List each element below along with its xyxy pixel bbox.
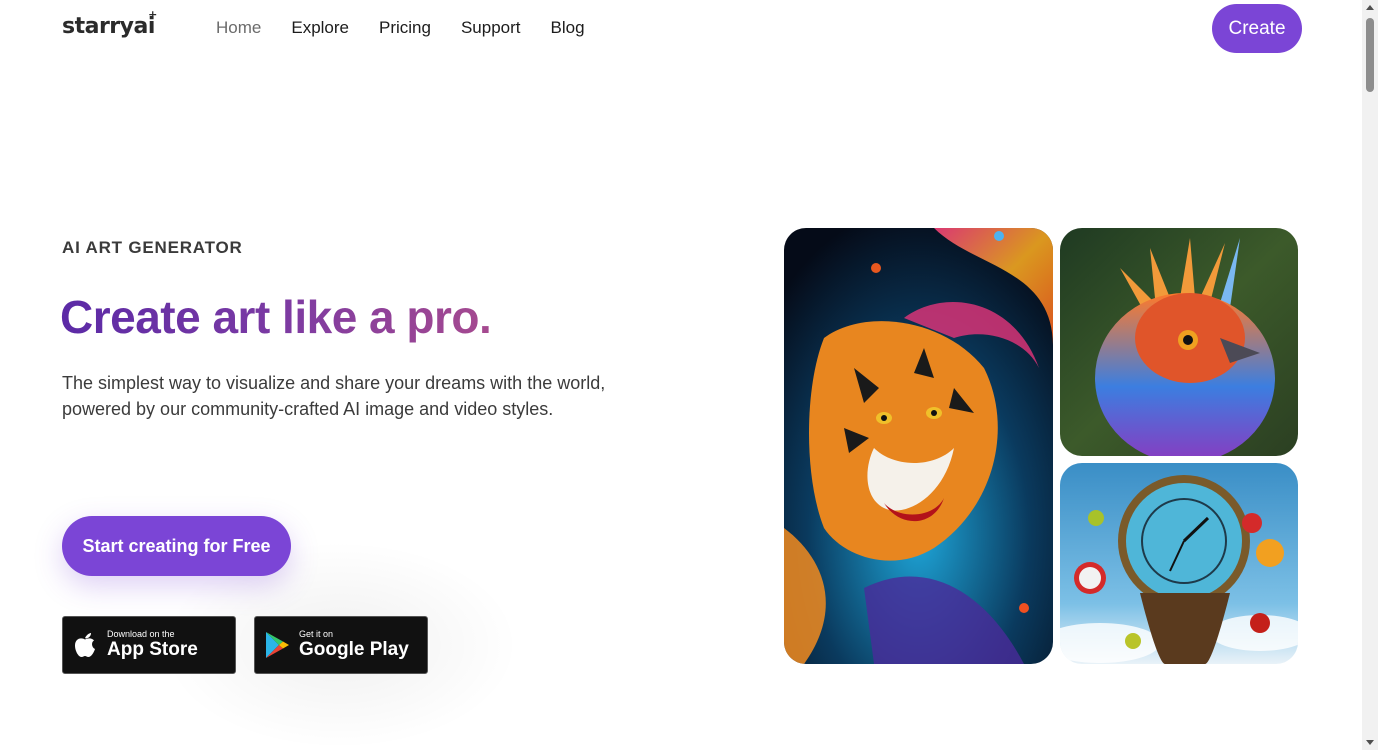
- start-creating-button[interactable]: Start creating for Free: [62, 516, 291, 576]
- google-play-small-text: Get it on: [299, 629, 334, 639]
- scroll-down-icon[interactable]: [1366, 740, 1374, 745]
- nav-links: Home Explore Pricing Support Blog: [216, 18, 585, 38]
- brand-name[interactable]: starryai: [62, 14, 155, 39]
- apple-icon: [63, 630, 107, 660]
- hero-headline: Create art like a pro.: [60, 291, 492, 343]
- gallery-image-bird[interactable]: [1060, 228, 1298, 456]
- nav-link-explore[interactable]: Explore: [291, 18, 349, 38]
- hero-subtext: The simplest way to visualize and share …: [62, 373, 606, 419]
- create-button[interactable]: Create: [1212, 4, 1302, 53]
- nav-link-pricing[interactable]: Pricing: [379, 18, 431, 38]
- hero-eyebrow: AI ART GENERATOR: [62, 238, 243, 257]
- google-play-badge[interactable]: Get it on Google Play: [254, 616, 428, 674]
- page-scrollbar[interactable]: [1362, 0, 1378, 750]
- google-play-icon: [255, 631, 299, 659]
- scroll-thumb[interactable]: [1366, 18, 1374, 92]
- gallery-image-clock[interactable]: [1060, 463, 1298, 664]
- brand-logo[interactable]: starryai +: [62, 8, 157, 39]
- app-store-big-text: App Store: [107, 639, 198, 660]
- google-play-text: Get it on Google Play: [299, 629, 409, 661]
- app-store-small-text: Download on the: [107, 629, 175, 639]
- nav-link-blog[interactable]: Blog: [551, 18, 585, 38]
- top-nav: starryai + Home Explore Pricing Support B…: [0, 0, 1362, 56]
- google-play-big-text: Google Play: [299, 639, 409, 660]
- gallery-image-tiger[interactable]: [784, 228, 1053, 664]
- nav-link-support[interactable]: Support: [461, 18, 521, 38]
- nav-link-home[interactable]: Home: [216, 18, 261, 38]
- app-store-text: Download on the App Store: [107, 629, 198, 661]
- brand-spark-icon: +: [148, 8, 157, 21]
- scroll-up-icon[interactable]: [1366, 5, 1374, 10]
- app-store-badge[interactable]: Download on the App Store: [62, 616, 236, 674]
